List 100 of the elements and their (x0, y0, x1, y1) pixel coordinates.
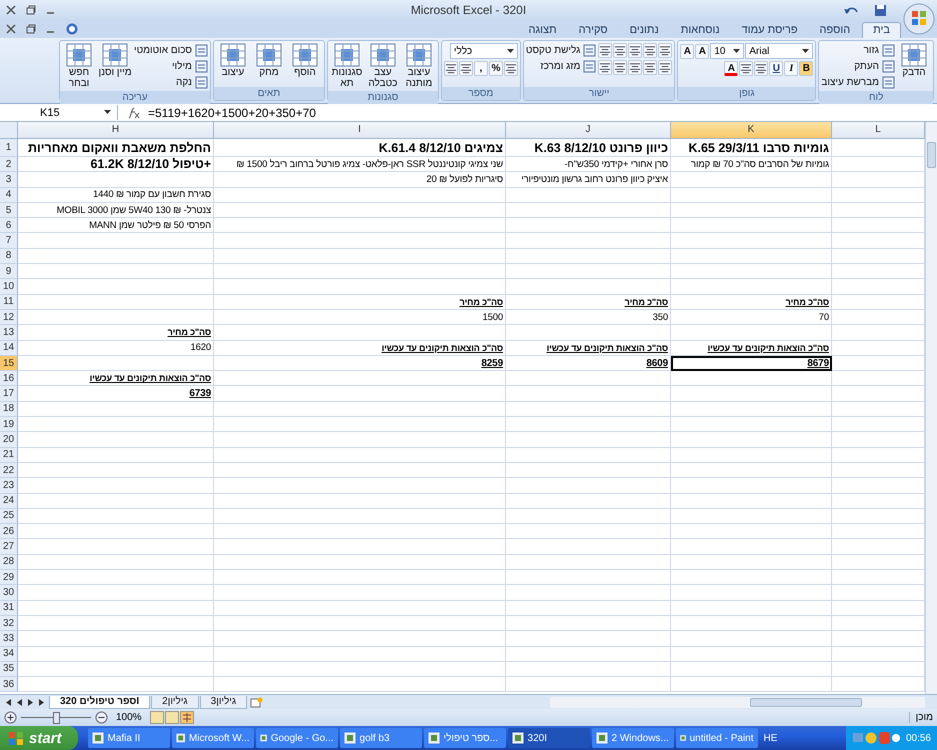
table-cell[interactable] (18, 462, 214, 478)
table-cell[interactable] (506, 585, 671, 601)
table-cell[interactable] (506, 402, 671, 418)
taskbar-item[interactable]: Google - Go... (256, 728, 338, 748)
column-header[interactable]: K (671, 122, 832, 139)
table-cell[interactable]: סגירת חשבון עם קמור ₪ 1440 (18, 188, 214, 203)
name-box[interactable]: K15 (0, 105, 118, 120)
table-cell[interactable] (214, 218, 506, 234)
ribbon-button[interactable]: עצב כטבלה (366, 43, 400, 89)
table-cell[interactable] (506, 554, 671, 570)
table-cell[interactable] (671, 233, 832, 249)
table-cell[interactable]: סה"כ הוצאות תיקונים עד עכשיו (671, 340, 832, 356)
restore-icon[interactable] (26, 24, 36, 34)
table-cell[interactable] (214, 188, 506, 203)
row-number[interactable]: 27 (0, 539, 18, 555)
table-cell[interactable] (506, 631, 671, 646)
table-cell[interactable] (671, 554, 832, 570)
taskbar-item[interactable]: Mafia II (88, 728, 170, 748)
table-cell[interactable] (18, 264, 214, 280)
table-cell[interactable]: 350 (506, 310, 671, 326)
table-cell[interactable] (214, 279, 506, 295)
format-button[interactable]: A (695, 44, 710, 58)
taskbar-item[interactable]: 320I (508, 728, 590, 748)
format-button[interactable] (598, 60, 612, 75)
row-number[interactable]: 14 (0, 340, 18, 356)
table-cell[interactable] (671, 508, 832, 524)
format-button[interactable]: , (474, 61, 488, 76)
format-button[interactable]: I (784, 61, 798, 76)
table-cell[interactable]: סה"כ הוצאות תיקונים עד עכשיו (506, 340, 671, 356)
table-cell[interactable] (671, 677, 832, 692)
table-cell[interactable] (671, 371, 832, 386)
vertical-scrollbar[interactable] (925, 122, 937, 694)
table-cell[interactable] (18, 616, 214, 632)
ribbon-button[interactable]: נקה (176, 75, 208, 89)
taskbar-item[interactable]: 2 Windows... (592, 728, 674, 748)
ribbon-tab[interactable]: הוספה (810, 22, 860, 38)
row-number[interactable]: 18 (0, 402, 18, 418)
table-cell[interactable] (506, 233, 671, 249)
table-cell[interactable]: סיגריות לפועל ₪ 20 (214, 172, 506, 188)
ribbon-button[interactable]: מחק (252, 43, 286, 78)
table-cell[interactable] (18, 677, 214, 692)
start-button[interactable]: start (0, 726, 78, 750)
table-cell[interactable] (671, 402, 832, 418)
table-cell[interactable]: כיוון פרונט K.63 8/12/10 (506, 139, 671, 157)
table-cell[interactable] (506, 478, 671, 494)
table-cell[interactable]: 8259 (214, 356, 506, 372)
format-button[interactable] (458, 61, 473, 76)
table-cell[interactable] (671, 264, 832, 280)
table-cell[interactable] (214, 202, 506, 218)
table-cell[interactable] (506, 662, 671, 678)
table-cell[interactable] (18, 631, 214, 646)
table-cell[interactable] (214, 677, 506, 692)
table-cell[interactable] (671, 570, 832, 586)
table-cell[interactable] (671, 646, 832, 662)
table-cell[interactable] (214, 616, 506, 632)
table-cell[interactable] (18, 600, 214, 616)
row-number[interactable]: 15 (0, 356, 18, 372)
table-cell[interactable] (671, 524, 832, 540)
table-cell[interactable] (18, 524, 214, 540)
table-cell[interactable]: 8609 (506, 356, 671, 372)
row-number[interactable]: 13 (0, 325, 18, 341)
column-header[interactable]: H (18, 122, 214, 139)
table-cell[interactable] (18, 294, 214, 310)
table-cell[interactable] (214, 386, 506, 402)
table-cell[interactable]: סה"כ מחיר (18, 325, 214, 341)
format-button[interactable]: U (769, 61, 784, 76)
table-cell[interactable] (671, 218, 832, 234)
table-cell[interactable] (506, 218, 671, 234)
table-cell[interactable]: סה"כ מחיר (506, 294, 671, 310)
ribbon-button[interactable]: גזור (864, 43, 895, 57)
row-number[interactable]: 4 (0, 188, 18, 203)
table-cell[interactable] (18, 554, 214, 570)
ribbon-button[interactable]: חפש ובחר (62, 43, 96, 89)
row-number[interactable]: 34 (0, 646, 18, 662)
new-sheet-icon[interactable] (248, 696, 264, 708)
table-cell[interactable] (506, 600, 671, 616)
taskbar-item[interactable]: golf b3 (340, 728, 422, 748)
ribbon-button[interactable]: גלישת טקסט (526, 43, 596, 57)
table-cell[interactable] (18, 539, 214, 555)
taskbar-item[interactable]: untitled - Paint (676, 728, 758, 748)
table-cell[interactable] (671, 202, 832, 218)
row-number[interactable]: 5 (0, 202, 18, 218)
table-cell[interactable] (506, 432, 671, 448)
table-cell[interactable] (214, 631, 506, 646)
table-cell[interactable] (506, 202, 671, 218)
table-cell[interactable]: סה"כ מחיר (671, 294, 832, 310)
row-number[interactable]: 30 (0, 585, 18, 601)
ribbon-tab[interactable]: נתונים (620, 22, 669, 38)
table-cell[interactable] (506, 386, 671, 402)
table-cell[interactable] (214, 585, 506, 601)
format-button[interactable]: % (488, 61, 503, 76)
zoom-in-icon[interactable] (4, 711, 17, 724)
ribbon-button[interactable]: סכום אוטומטי (134, 43, 208, 57)
table-cell[interactable]: 8679 (671, 356, 832, 372)
row-number[interactable]: 11 (0, 294, 18, 310)
table-cell[interactable] (214, 570, 506, 586)
taskbar-item[interactable]: ספר טיפולי... (424, 728, 506, 748)
fx-icon[interactable] (126, 106, 140, 118)
ribbon-button[interactable]: מזג ומרכז (540, 59, 596, 73)
table-cell[interactable] (506, 494, 671, 509)
